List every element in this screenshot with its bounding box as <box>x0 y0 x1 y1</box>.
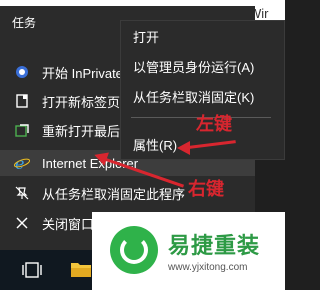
right-click-annotation: 右键 <box>188 179 224 200</box>
context-menu: 打开 以管理员身份运行(A) 从任务栏取消固定(K) 属性(R) <box>120 20 285 160</box>
left-click-annotation: 左键 <box>196 114 232 135</box>
inprivate-icon <box>14 64 30 80</box>
watermark-badge: 易捷重装 www.yjxitong.com <box>92 212 285 290</box>
task-view-icon[interactable] <box>22 260 44 280</box>
jump-list-title: 任务 <box>12 16 37 30</box>
ie-icon: e <box>14 155 30 171</box>
left-click-arrowhead <box>177 141 190 155</box>
jump-item-label: 从任务栏取消固定此程序 <box>42 186 186 202</box>
brand-name: 易捷重装 <box>168 233 261 258</box>
context-item-open[interactable]: 打开 <box>121 23 284 49</box>
unpin-icon <box>14 185 30 201</box>
jump-item-label: 开始 InPrivate <box>42 65 123 81</box>
jump-item-label: 重新打开最后 <box>42 123 121 139</box>
jump-item-label: 打开新标签页 <box>42 94 121 110</box>
brand-logo-ring-icon <box>120 236 148 264</box>
reopen-icon <box>14 122 30 138</box>
new-tab-icon <box>14 93 30 109</box>
close-icon <box>14 215 30 231</box>
brand-url: www.yjxitong.com <box>168 262 248 273</box>
context-item-run-as-admin[interactable]: 以管理员身份运行(A) <box>121 53 284 79</box>
jump-item-label: 关闭窗口 <box>42 216 95 232</box>
context-item-unpin-taskbar[interactable]: 从任务栏取消固定(K) <box>121 83 284 109</box>
file-explorer-icon[interactable] <box>70 260 92 280</box>
